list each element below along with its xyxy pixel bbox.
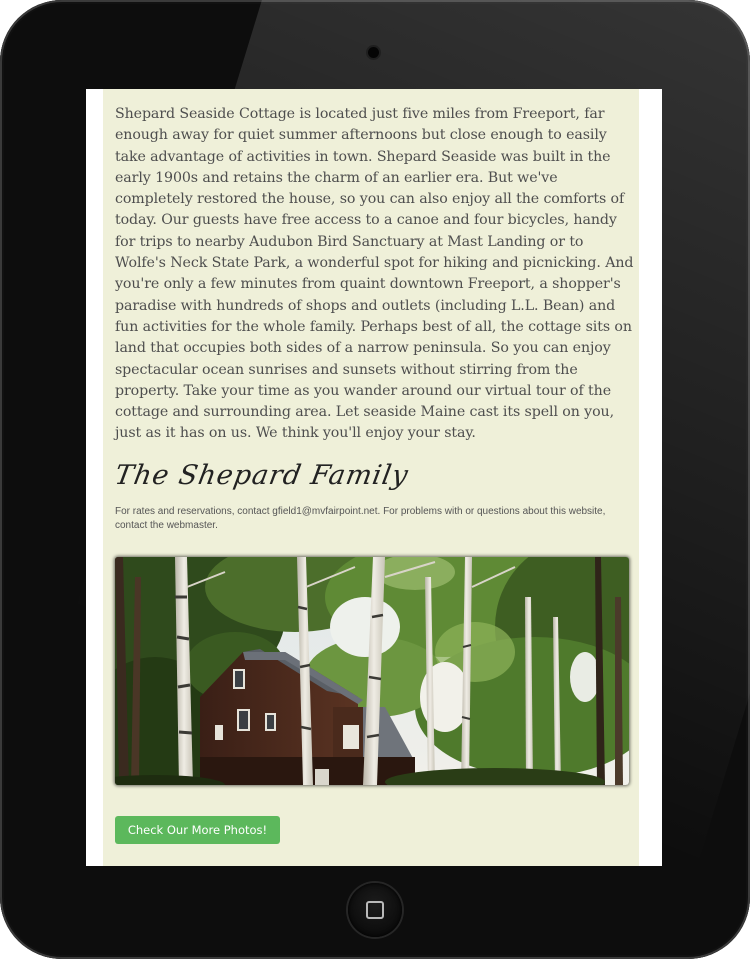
contact-prefix: For rates and reservations, contact (115, 506, 273, 517)
signature: The Shepard Family (112, 460, 411, 491)
more-photos-button[interactable]: Check Our More Photos! (115, 816, 280, 844)
intro-paragraph: Shepard Seaside Cottage is located just … (115, 106, 634, 442)
cottage-photo (115, 557, 629, 785)
tablet-device: Shepard Seaside Cottage is located just … (0, 0, 750, 959)
cottage-photo-illustration (115, 557, 629, 785)
email-link[interactable]: gfield1@mvfairpoint.net (272, 506, 377, 517)
webmaster-link[interactable]: the webmaster (150, 520, 215, 531)
camera-icon (368, 47, 379, 58)
home-square-icon (366, 901, 384, 919)
screen: Shepard Seaside Cottage is located just … (86, 89, 662, 866)
contact-suffix: . (215, 520, 218, 531)
contact-text: For rates and reservations, contact gfie… (115, 505, 631, 533)
home-button[interactable] (348, 883, 402, 937)
content-panel: Shepard Seaside Cottage is located just … (103, 89, 639, 866)
